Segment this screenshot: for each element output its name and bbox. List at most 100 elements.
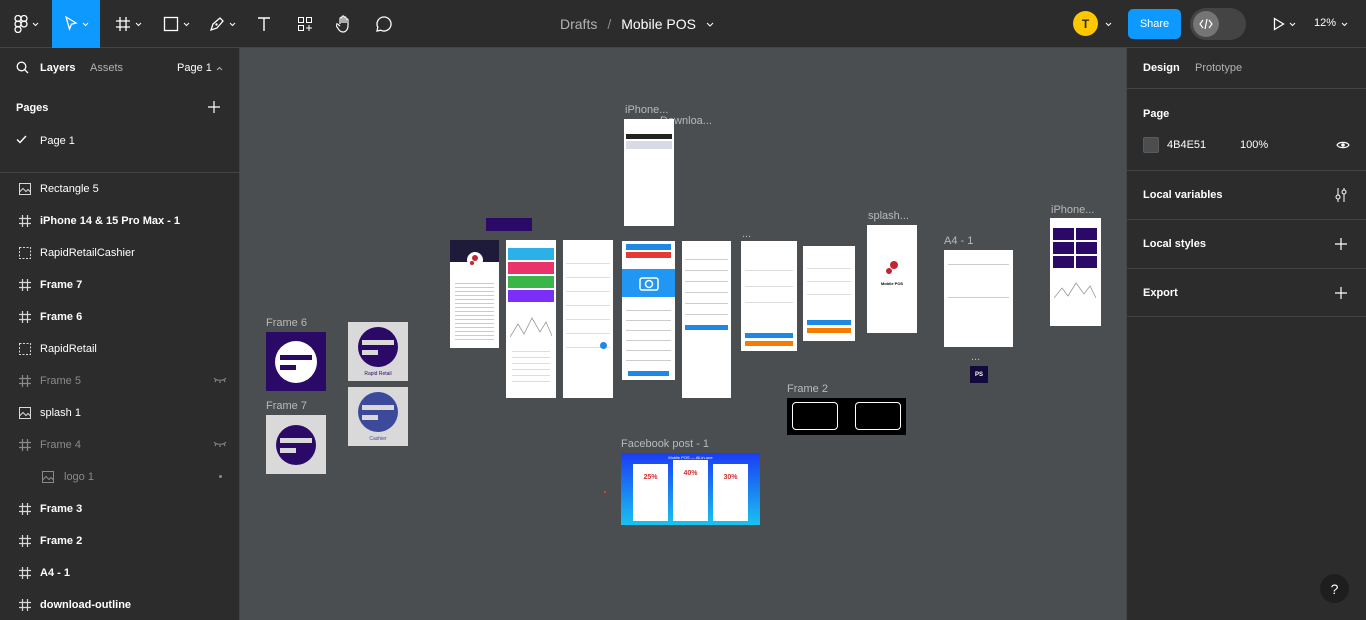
layer-row[interactable]: iPhone 14 & 15 Pro Max - 1: [0, 209, 239, 233]
page-color-swatch[interactable]: [1143, 137, 1159, 153]
frame-label-facebook[interactable]: Facebook post - 1: [621, 438, 709, 450]
download-outline[interactable]: PS: [970, 366, 988, 383]
zoom-level[interactable]: 12%: [1314, 17, 1336, 29]
layer-row[interactable]: Rectangle 5: [0, 177, 239, 201]
tab-assets[interactable]: Assets: [90, 62, 123, 74]
layer-row[interactable]: RapidRetail: [0, 337, 239, 361]
layer-label: logo 1: [64, 471, 94, 483]
hidden-eye-icon[interactable]: [213, 439, 227, 452]
local-styles-section[interactable]: Local styles: [1127, 219, 1366, 268]
chevron-down-icon[interactable]: [1105, 22, 1112, 27]
layer-label: iPhone 14 & 15 Pro Max - 1: [40, 215, 180, 227]
tab-prototype[interactable]: Prototype: [1195, 62, 1242, 74]
logo-caption: Cashier: [369, 436, 387, 442]
layer-label: download-outline: [40, 599, 132, 611]
screen-dashboard[interactable]: [506, 240, 556, 398]
add-style-icon[interactable]: [1334, 237, 1348, 251]
rapidretail-logo[interactable]: Rapid Retail: [348, 322, 408, 381]
frame-label-frame-7[interactable]: Frame 7: [266, 400, 307, 412]
stray-point[interactable]: [604, 491, 606, 493]
screen-search[interactable]: [624, 119, 674, 226]
layer-row[interactable]: logo 1: [0, 465, 239, 489]
image-icon: [41, 470, 55, 484]
add-export-icon[interactable]: [1334, 286, 1348, 300]
screen-splash[interactable]: Mobile POS: [867, 225, 917, 333]
image-icon: [18, 406, 32, 420]
layer-label: Frame 2: [40, 535, 83, 547]
shape-tool-button[interactable]: [156, 0, 196, 48]
comment-icon: [376, 16, 392, 32]
chevron-down-icon[interactable]: [1341, 22, 1348, 27]
a4-report[interactable]: [944, 250, 1013, 347]
layer-row[interactable]: Frame 3: [0, 497, 239, 521]
move-tool-button[interactable]: [52, 0, 100, 48]
chevron-down-icon[interactable]: [706, 22, 714, 27]
frame-label-a4[interactable]: A4 - 1: [944, 235, 973, 247]
layer-row[interactable]: Frame 5: [0, 369, 239, 393]
dev-mode-toggle[interactable]: [1190, 8, 1246, 40]
help-button[interactable]: ?: [1320, 574, 1349, 603]
design-canvas[interactable]: Frame 6 Frame 7 Rapid Retail Cashier iPh…: [240, 48, 1126, 620]
comment-tool-button[interactable]: [370, 0, 398, 48]
tab-design[interactable]: Design: [1143, 62, 1180, 74]
facebook-post[interactable]: Mobile POS — All-in-one 25% 40% 30%: [621, 453, 760, 525]
frame-2[interactable]: [787, 398, 906, 435]
export-section[interactable]: Export: [1127, 268, 1366, 317]
main-menu-button[interactable]: [6, 0, 46, 48]
screen-menu[interactable]: [1050, 218, 1101, 326]
frame-label-splash[interactable]: splash...: [868, 210, 909, 222]
rectangle-5[interactable]: [486, 218, 532, 231]
screen-add-product[interactable]: [622, 241, 675, 380]
variables-settings-icon[interactable]: [1334, 187, 1348, 203]
layer-row[interactable]: Frame 4: [0, 433, 239, 457]
frame-label-iphone[interactable]: iPhone...: [1051, 204, 1094, 216]
layer-label: RapidRetail: [40, 343, 97, 355]
pages-title: Pages: [16, 102, 49, 114]
layer-label: Frame 4: [40, 439, 81, 451]
layer-row[interactable]: RapidRetailCashier: [0, 241, 239, 265]
frame-7[interactable]: [266, 415, 326, 474]
logo-mark-icon: [276, 424, 316, 465]
frame-icon: [18, 598, 32, 612]
hidden-eye-icon[interactable]: [213, 375, 227, 388]
chevron-up-icon[interactable]: [216, 66, 223, 71]
page-item[interactable]: Page 1: [0, 131, 239, 151]
panel-divider: [0, 172, 239, 173]
layer-row[interactable]: Frame 6: [0, 305, 239, 329]
layer-row[interactable]: A4 - 1: [0, 561, 239, 585]
page-opacity-value[interactable]: 100%: [1240, 139, 1268, 151]
hand-tool-button[interactable]: [330, 0, 358, 48]
share-button[interactable]: Share: [1128, 9, 1181, 39]
local-variables-section[interactable]: Local variables: [1127, 170, 1366, 219]
rapidretail-cashier-logo[interactable]: Cashier: [348, 387, 408, 446]
add-page-icon[interactable]: [207, 100, 221, 114]
frame-label-frame-6[interactable]: Frame 6: [266, 317, 307, 329]
screen-profile[interactable]: [450, 240, 499, 348]
frame-6[interactable]: [266, 332, 326, 391]
layer-row[interactable]: splash 1: [0, 401, 239, 425]
layer-row[interactable]: Frame 2: [0, 529, 239, 553]
breadcrumb-drafts[interactable]: Drafts: [560, 16, 597, 32]
file-name[interactable]: Mobile POS: [621, 16, 696, 32]
page-color-value[interactable]: 4B4E51: [1167, 139, 1206, 151]
local-styles-title: Local styles: [1143, 238, 1206, 250]
avatar[interactable]: T: [1073, 11, 1098, 36]
tab-layers[interactable]: Layers: [40, 62, 75, 74]
frame-label-frame-2[interactable]: Frame 2: [787, 383, 828, 395]
page-switcher[interactable]: Page 1: [177, 62, 212, 74]
text-tool-button[interactable]: [250, 0, 278, 48]
eye-icon[interactable]: [1336, 140, 1350, 150]
pen-tool-button[interactable]: [202, 0, 242, 48]
chevron-down-icon: [82, 22, 88, 26]
layer-row[interactable]: Frame 7: [0, 273, 239, 297]
present-button[interactable]: [1266, 0, 1302, 48]
search-icon[interactable]: [16, 61, 29, 74]
screen-cart[interactable]: [741, 241, 797, 351]
app-logo-icon: [467, 252, 483, 268]
layer-row[interactable]: download-outline: [0, 593, 239, 617]
frame-tool-button[interactable]: [108, 0, 148, 48]
resources-button[interactable]: [290, 0, 320, 48]
screen-products[interactable]: [563, 240, 613, 398]
screen-form[interactable]: [682, 241, 731, 398]
screen-checkout[interactable]: [803, 246, 855, 341]
